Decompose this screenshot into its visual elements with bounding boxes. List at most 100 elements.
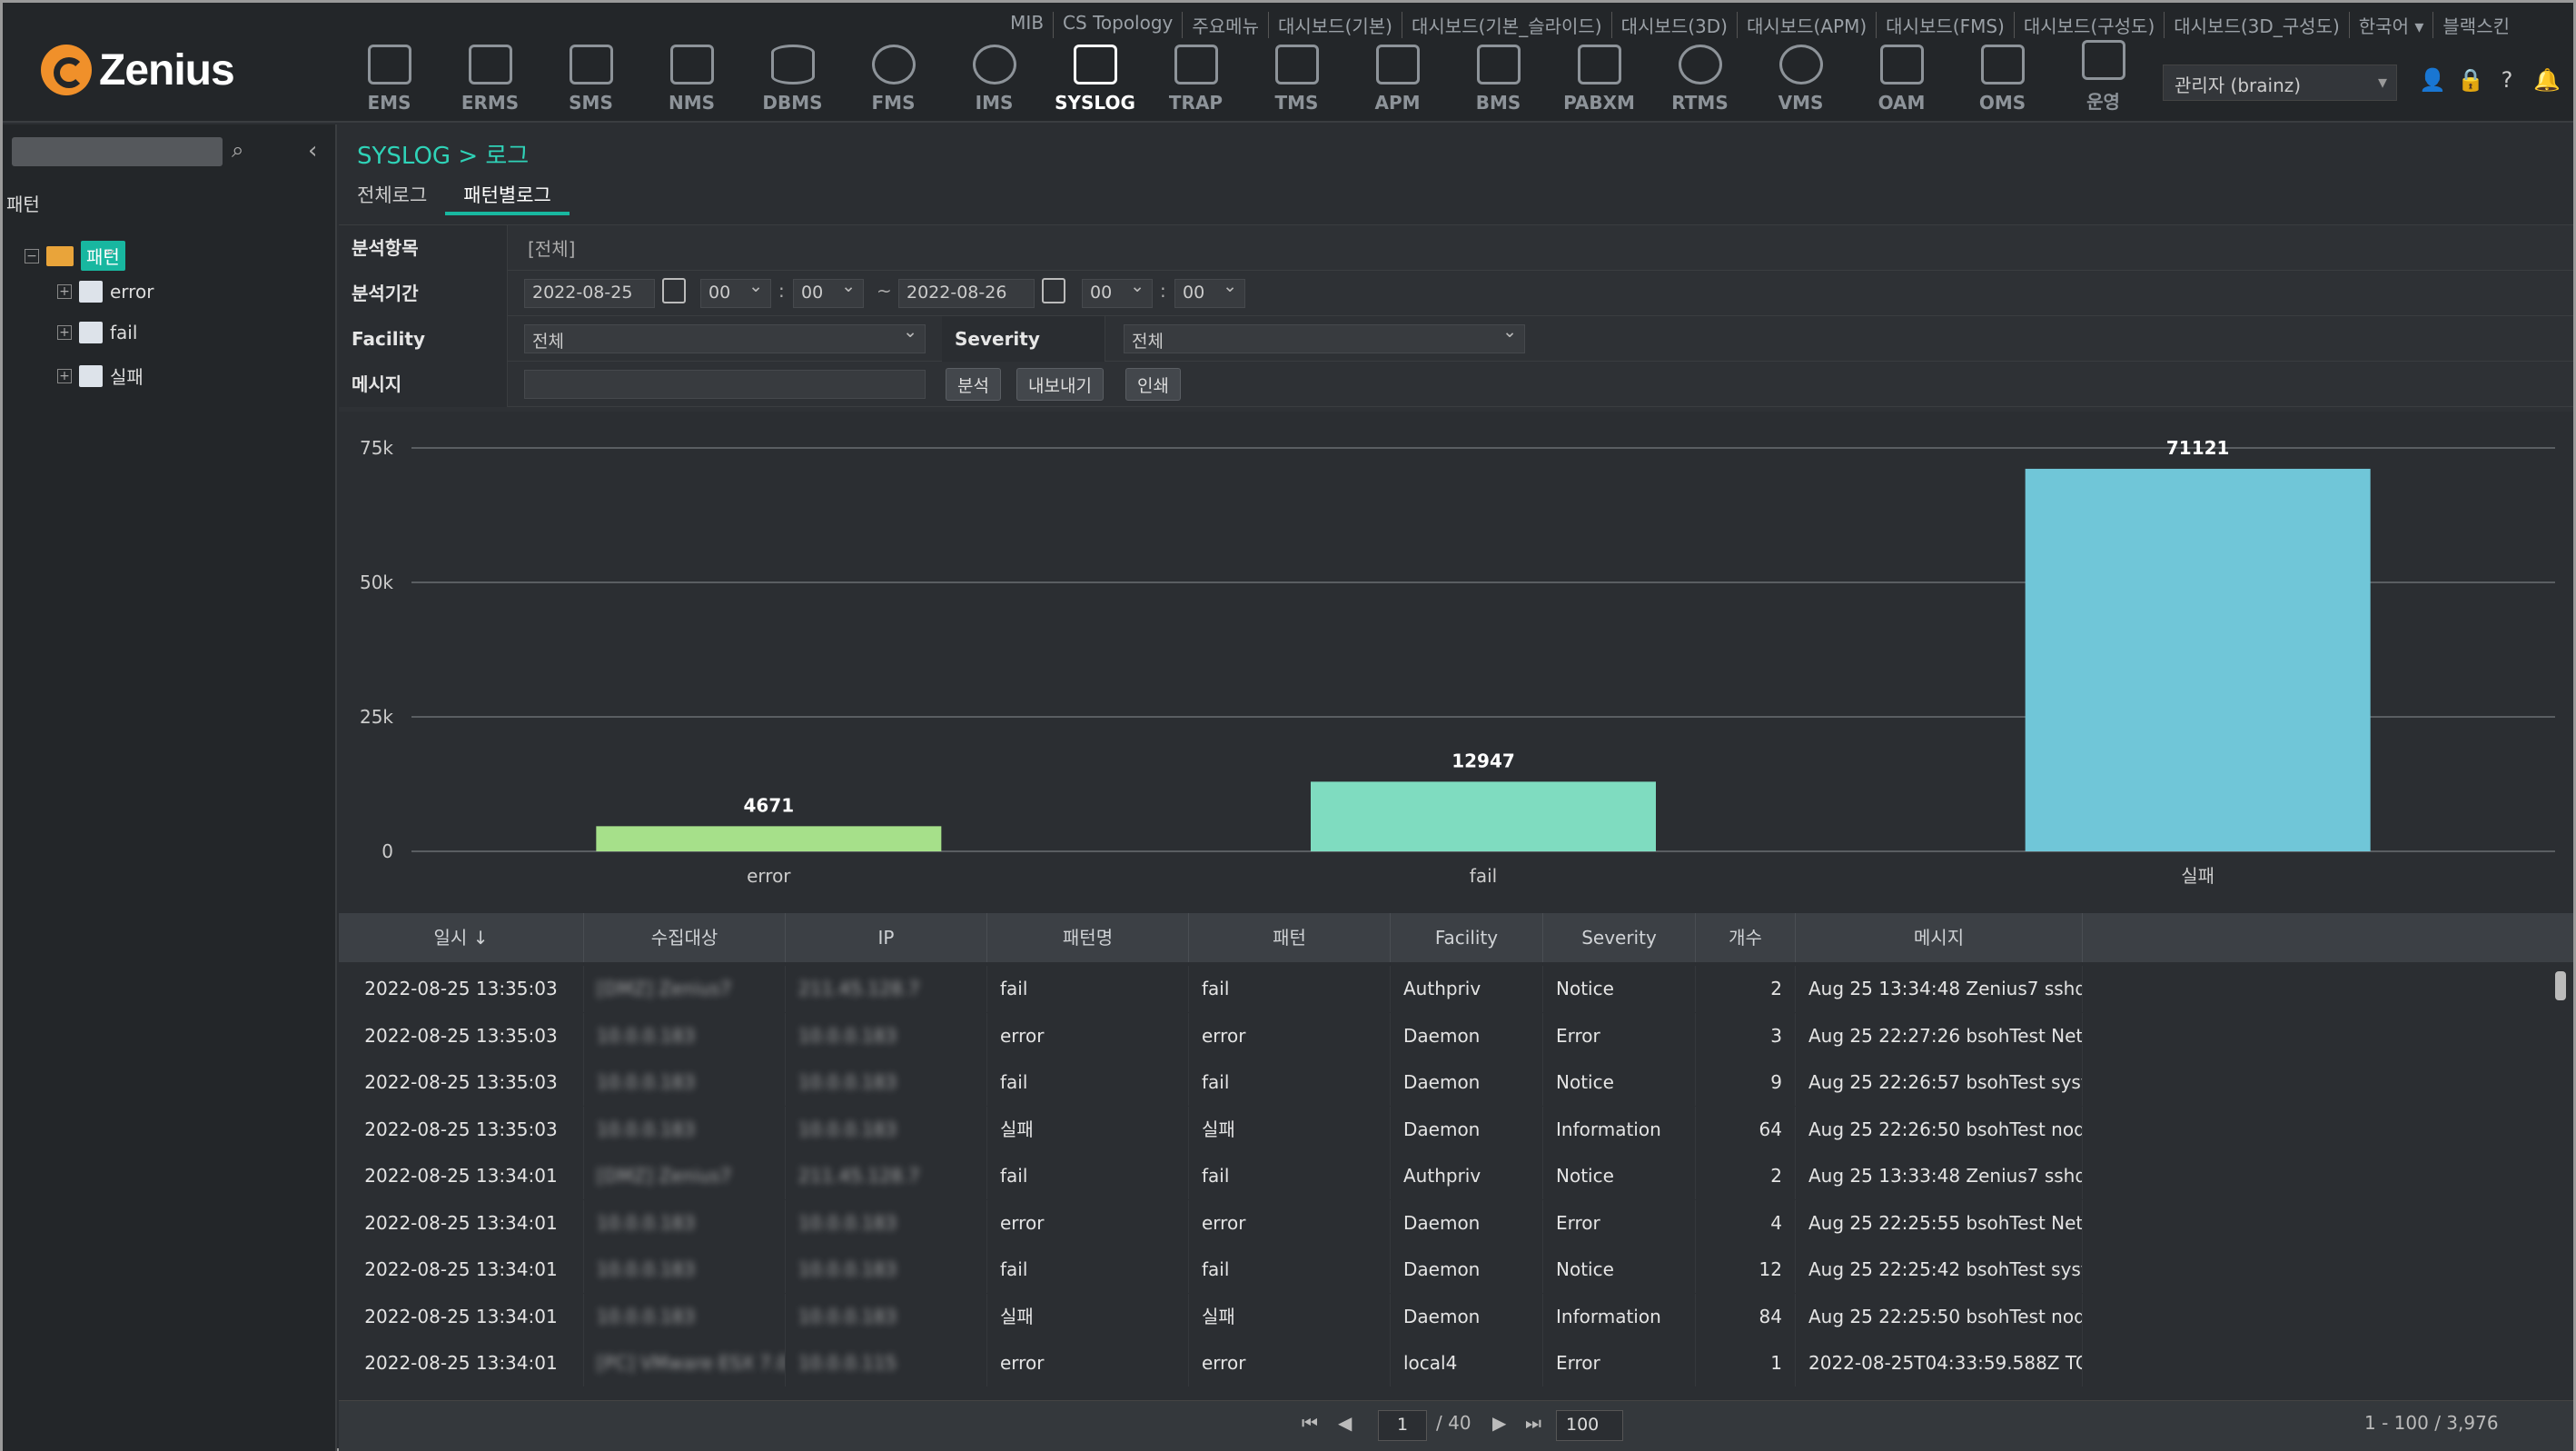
- module-label: OAM: [1878, 92, 1926, 114]
- quick-link[interactable]: 대시보드(APM): [1736, 12, 1876, 38]
- x-tick-label: error: [747, 865, 791, 887]
- col-header[interactable]: 메시지: [1796, 913, 2083, 962]
- calendar-icon[interactable]: [662, 278, 686, 303]
- analyze-button[interactable]: 분석: [946, 368, 1001, 401]
- table-row[interactable]: 2022-08-25 13:35:03 10.0.0.183 10.0.0.183 실…: [339, 1106, 2083, 1153]
- col-header[interactable]: 수집대상: [584, 913, 786, 962]
- tree-root[interactable]: − 패턴: [25, 241, 125, 271]
- minute-from-select[interactable]: 00: [793, 276, 864, 308]
- date-from-input[interactable]: 2022-08-25: [524, 279, 655, 308]
- date-to-input[interactable]: 2022-08-26: [898, 279, 1035, 308]
- module-rtms[interactable]: RTMS: [1650, 35, 1750, 114]
- quick-link[interactable]: 대시보드(3D_구성도): [2164, 12, 2349, 38]
- export-button[interactable]: 내보내기: [1016, 368, 1104, 401]
- module-syslog[interactable]: SYSLOG: [1045, 35, 1145, 114]
- table-row[interactable]: 2022-08-25 13:34:01 10.0.0.183 10.0.0.183 f…: [339, 1247, 2083, 1293]
- facility-select[interactable]: 전체: [524, 322, 926, 353]
- expand-toggle-icon[interactable]: +: [57, 368, 72, 383]
- table-row[interactable]: 2022-08-25 13:35:03 [DMZ] Zenius7 211.45.1…: [339, 966, 2083, 1012]
- hour-from-select[interactable]: 00: [700, 276, 771, 308]
- expand-toggle-icon[interactable]: +: [57, 325, 72, 340]
- hour-to-select[interactable]: 00: [1082, 276, 1153, 308]
- quick-link[interactable]: 블랙스킨: [2432, 12, 2519, 38]
- module-운영[interactable]: 운영: [2053, 35, 2154, 114]
- pabxm-icon: [1577, 45, 1621, 84]
- page-size-select[interactable]: 100: [1556, 1410, 1623, 1441]
- logo[interactable]: Zenius: [41, 45, 235, 95]
- module-apm[interactable]: APM: [1347, 35, 1448, 114]
- module-oms[interactable]: OMS: [1952, 35, 2053, 114]
- module-vms[interactable]: VMS: [1750, 35, 1851, 114]
- module-tms[interactable]: TMS: [1246, 35, 1347, 114]
- ims-icon: [972, 45, 1016, 84]
- col-header[interactable]: Facility: [1391, 913, 1543, 962]
- module-bms[interactable]: BMS: [1448, 35, 1549, 114]
- scrollbar-thumb[interactable]: [2555, 971, 2566, 1000]
- minute-to-select[interactable]: 00: [1174, 276, 1245, 308]
- prev-page-icon[interactable]: ◀: [1338, 1412, 1352, 1434]
- tree-root-label[interactable]: 패턴: [81, 241, 125, 271]
- tree-item[interactable]: + error: [57, 281, 154, 303]
- table-cell: 10.0.0.183: [584, 1199, 786, 1247]
- scrollbar[interactable]: [2555, 962, 2568, 1380]
- tab-1[interactable]: 패턴별로그: [445, 175, 570, 215]
- bell-icon[interactable]: 🔔: [2533, 66, 2561, 94]
- table-row[interactable]: 2022-08-25 13:34:01 10.0.0.183 10.0.0.183 실…: [339, 1293, 2083, 1340]
- quick-link[interactable]: 대시보드(기본_슬라이드): [1402, 12, 1611, 38]
- table-row[interactable]: 2022-08-25 13:34:01 [PC] VMware ESX 7.0 10…: [339, 1340, 2083, 1386]
- quick-link[interactable]: MIB: [1001, 12, 1053, 38]
- module-fms[interactable]: FMS: [843, 35, 944, 114]
- quick-link[interactable]: CS Topology: [1053, 12, 1182, 38]
- module-nms[interactable]: NMS: [641, 35, 742, 114]
- quick-link[interactable]: 대시보드(구성도): [2013, 12, 2164, 38]
- module-ems[interactable]: EMS: [339, 35, 440, 114]
- collapse-icon[interactable]: ‹: [308, 137, 317, 164]
- module-dbms[interactable]: DBMS: [742, 35, 843, 114]
- severity-select[interactable]: 전체: [1124, 322, 1525, 353]
- table-row[interactable]: 2022-08-25 13:34:01 10.0.0.183 10.0.0.183 e…: [339, 1199, 2083, 1247]
- col-header[interactable]: 패턴: [1189, 913, 1391, 962]
- quick-link[interactable]: 대시보드(FMS): [1876, 12, 2014, 38]
- user-select[interactable]: 관리자 (brainz): [2163, 65, 2397, 101]
- calendar-icon[interactable]: [1042, 278, 1065, 303]
- tree-item-label[interactable]: error: [110, 281, 154, 303]
- quick-link[interactable]: 한국어 ▾: [2348, 12, 2433, 38]
- tree-item-label[interactable]: 실패: [110, 363, 144, 389]
- print-button[interactable]: 인쇄: [1125, 368, 1181, 401]
- module-sms[interactable]: SMS: [540, 35, 641, 114]
- page-input[interactable]: 1: [1378, 1410, 1427, 1441]
- module-trap[interactable]: TRAP: [1145, 35, 1246, 114]
- quick-link[interactable]: 대시보드(기본): [1267, 12, 1402, 38]
- quick-link[interactable]: 주요메뉴: [1182, 12, 1268, 38]
- table-row[interactable]: 2022-08-25 13:35:03 10.0.0.183 10.0.0.183 f…: [339, 1059, 2083, 1106]
- module-ims[interactable]: IMS: [944, 35, 1045, 114]
- expand-toggle-icon[interactable]: +: [57, 284, 72, 299]
- table-row[interactable]: 2022-08-25 13:35:03 10.0.0.183 10.0.0.183 e…: [339, 1012, 2083, 1059]
- search-icon[interactable]: ⌕: [232, 137, 243, 163]
- last-page-icon[interactable]: ⏭: [1525, 1412, 1541, 1434]
- table-row[interactable]: 2022-08-25 13:34:01 [DMZ] Zenius7 211.45.1…: [339, 1153, 2083, 1199]
- sidebar-search-input[interactable]: [12, 137, 223, 166]
- col-header[interactable]: Severity: [1543, 913, 1696, 962]
- next-page-icon[interactable]: ▶: [1492, 1412, 1506, 1434]
- tree-item[interactable]: + 실패: [57, 363, 144, 389]
- module-oam[interactable]: OAM: [1851, 35, 1952, 114]
- help-icon[interactable]: ?: [2495, 66, 2519, 94]
- col-header[interactable]: 패턴명: [987, 913, 1189, 962]
- tree-item-label[interactable]: fail: [110, 322, 137, 343]
- module-pabxm[interactable]: PABXM: [1549, 35, 1650, 114]
- lock-icon[interactable]: 🔒: [2457, 66, 2484, 94]
- tree-item[interactable]: + fail: [57, 322, 137, 343]
- collapse-toggle-icon[interactable]: −: [25, 248, 39, 263]
- col-header[interactable]: 일시 ↓: [339, 913, 584, 962]
- module-erms[interactable]: ERMS: [440, 35, 540, 114]
- user-icon[interactable]: 👤: [2419, 66, 2446, 94]
- range-tilde: ~: [877, 280, 892, 302]
- tab-0[interactable]: 전체로그: [339, 175, 445, 215]
- col-header[interactable]: 개수: [1696, 913, 1796, 962]
- document-icon: [79, 281, 103, 303]
- first-page-icon[interactable]: ⏮: [1302, 1412, 1318, 1434]
- col-header[interactable]: IP: [786, 913, 987, 962]
- quick-link[interactable]: 대시보드(3D): [1610, 12, 1737, 38]
- message-input[interactable]: [524, 370, 926, 399]
